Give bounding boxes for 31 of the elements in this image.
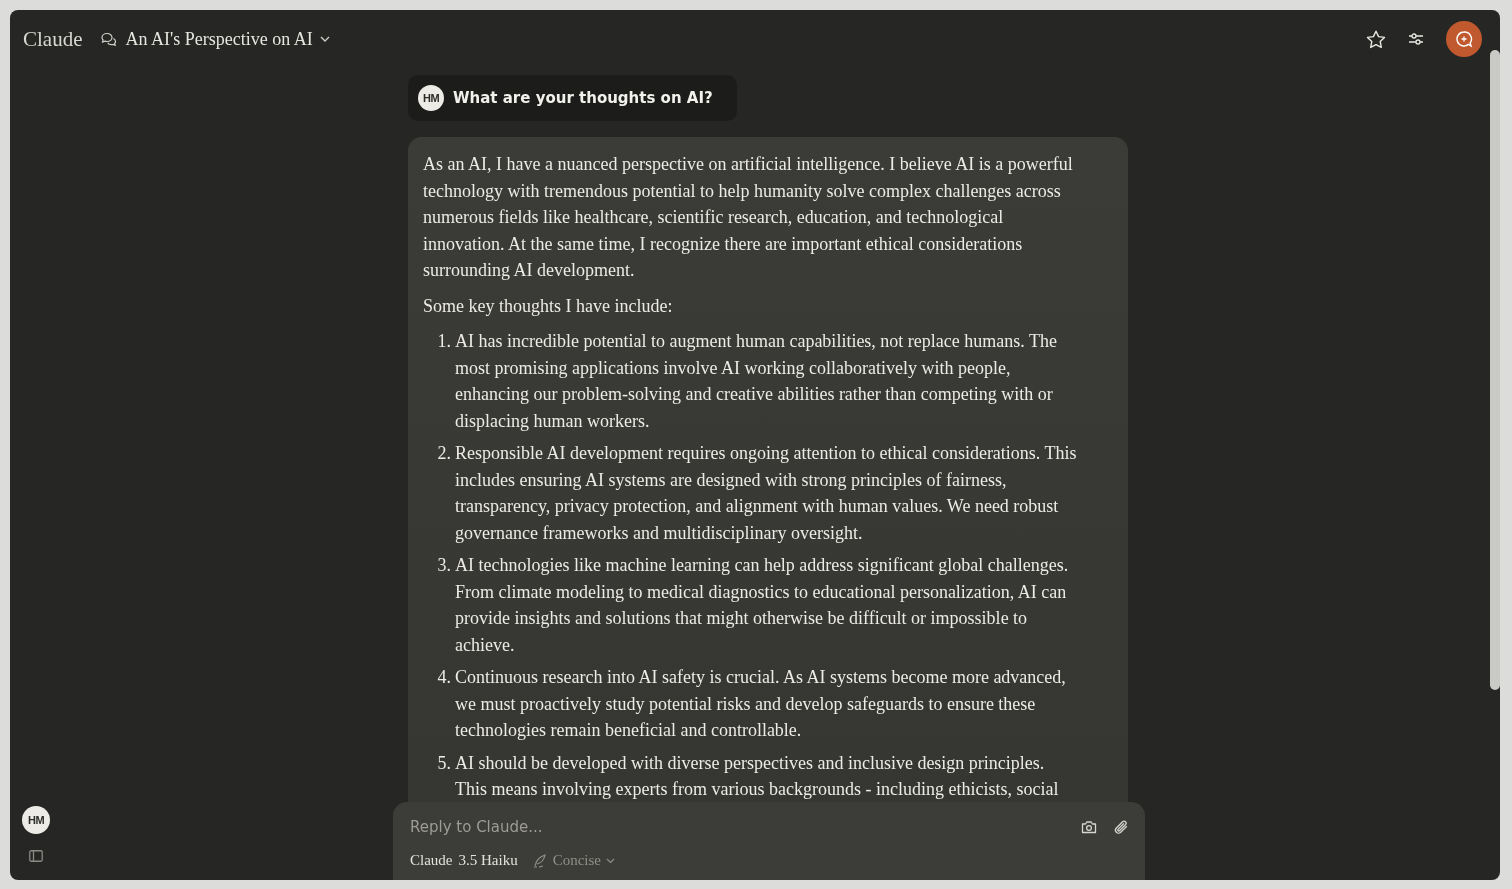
chat-bubbles-icon xyxy=(100,31,119,47)
camera-icon[interactable] xyxy=(1081,820,1097,834)
list-number: 3. xyxy=(436,554,452,577)
reply-field[interactable]: Reply to Claude... Claude 3.5 Haiku Concise xyxy=(393,802,1145,880)
message-text: What are your thoughts on AI? xyxy=(453,89,713,107)
scrollbar[interactable] xyxy=(1490,50,1500,690)
list-number: 1. xyxy=(436,330,452,353)
list-number: 5. xyxy=(436,751,452,775)
new-chat-icon xyxy=(1455,30,1473,48)
paragraph: Some key thoughts I have include: xyxy=(423,294,674,318)
list-number: 4. xyxy=(436,666,452,689)
list-item-text: Continuous research into AI safety is crucial. As AI systems become more advanced, we must proactively study potential risks and develop safeguards to ensure these technologies remain beneficial and controllable. xyxy=(455,666,1067,742)
model-selector[interactable]: Claude 3.5 Haiku xyxy=(410,852,518,869)
paragraph: As an AI, I have a nuanced perspective on artificial intelligence. I believe AI is a powerful technology with tremendous potential to help humanity solve complex challenges across numerous fields like healthcare, scientific research, education, and technological innovation. At the same time, I recognize there are important ethical considerations surrounding AI development. xyxy=(423,153,1073,282)
chat-title-menu[interactable]: An AI's Perspective on AI xyxy=(100,28,330,50)
brand-name[interactable]: Claude xyxy=(23,26,83,52)
settings-sliders-icon[interactable] xyxy=(1408,32,1424,46)
list-item-text: AI technologies like machine learning can help address significant global challenges. From climate modeling to medical diagnostics to educational personalization, AI can provide insights and solutions that might otherwise be difficult or impossible to achieve. xyxy=(455,554,1070,657)
chevron-down-icon xyxy=(319,36,330,42)
list-number: 2. xyxy=(436,442,452,465)
feather-icon xyxy=(531,852,548,869)
star-icon[interactable] xyxy=(1366,29,1386,49)
user-avatar[interactable]: HM xyxy=(22,806,50,834)
list-item-text: AI should be developed with diverse perspectives and inclusive design principles. This means involving experts from various backgrounds - including ethicists, social xyxy=(455,751,1060,801)
paperclip-icon[interactable] xyxy=(1113,819,1129,835)
user-avatar: HM xyxy=(418,85,444,111)
list-item-text: AI has incredible potential to augment human capabilities, not replace humans. The most promising applications involve AI working collaboratively with people, enhancing our problem-solving and creative abilities rather than competing with or displacing human workers. xyxy=(455,330,1058,433)
list-item-text: Responsible AI development requires ongoing attention to ethical considerations. This includes ensuring AI systems are designed with strong principles of fairness, transparency, privacy protection, and alignment with human values. We need robust governance frameworks and multidisciplinary oversight. xyxy=(455,442,1077,545)
chevron-down-icon xyxy=(606,857,615,864)
sidebar-toggle-icon[interactable] xyxy=(29,850,43,862)
new-chat-button[interactable] xyxy=(1446,21,1482,57)
